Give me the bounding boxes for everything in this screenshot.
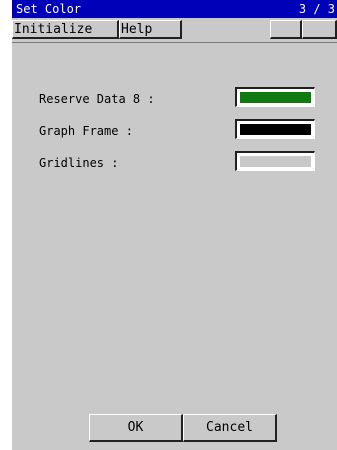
reserve-data-8-color-fill (240, 92, 311, 103)
graph-frame-color-swatch[interactable] (235, 119, 315, 139)
toolbar: Initialize Help ◀ ▶ (12, 18, 337, 42)
reserve-data-8-color-swatch[interactable] (235, 87, 315, 107)
ok-button[interactable]: OK (89, 414, 183, 442)
initialize-button[interactable]: Initialize (12, 20, 119, 39)
gridlines-color-swatch[interactable] (235, 151, 315, 171)
toolbar-divider (12, 42, 337, 43)
graph-frame-color-fill (240, 124, 311, 135)
graph-frame-label: Graph Frame : (39, 124, 133, 138)
gridlines-color-fill (240, 156, 311, 167)
dialog-title: Set Color (16, 2, 82, 16)
previous-page-button[interactable]: ◀ (270, 20, 302, 39)
title-bar: Set Color 3 / 3 (12, 0, 337, 18)
reserve-data-8-label: Reserve Data 8 : (39, 92, 155, 106)
set-color-dialog: Set Color 3 / 3 Initialize Help ◀ ▶ Rese… (12, 0, 337, 450)
next-page-button[interactable]: ▶ (302, 20, 337, 39)
page-indicator: 3 / 3 (298, 2, 335, 16)
help-button[interactable]: Help (119, 20, 182, 39)
gridlines-label: Gridlines : (39, 156, 119, 170)
cancel-button[interactable]: Cancel (183, 414, 277, 442)
